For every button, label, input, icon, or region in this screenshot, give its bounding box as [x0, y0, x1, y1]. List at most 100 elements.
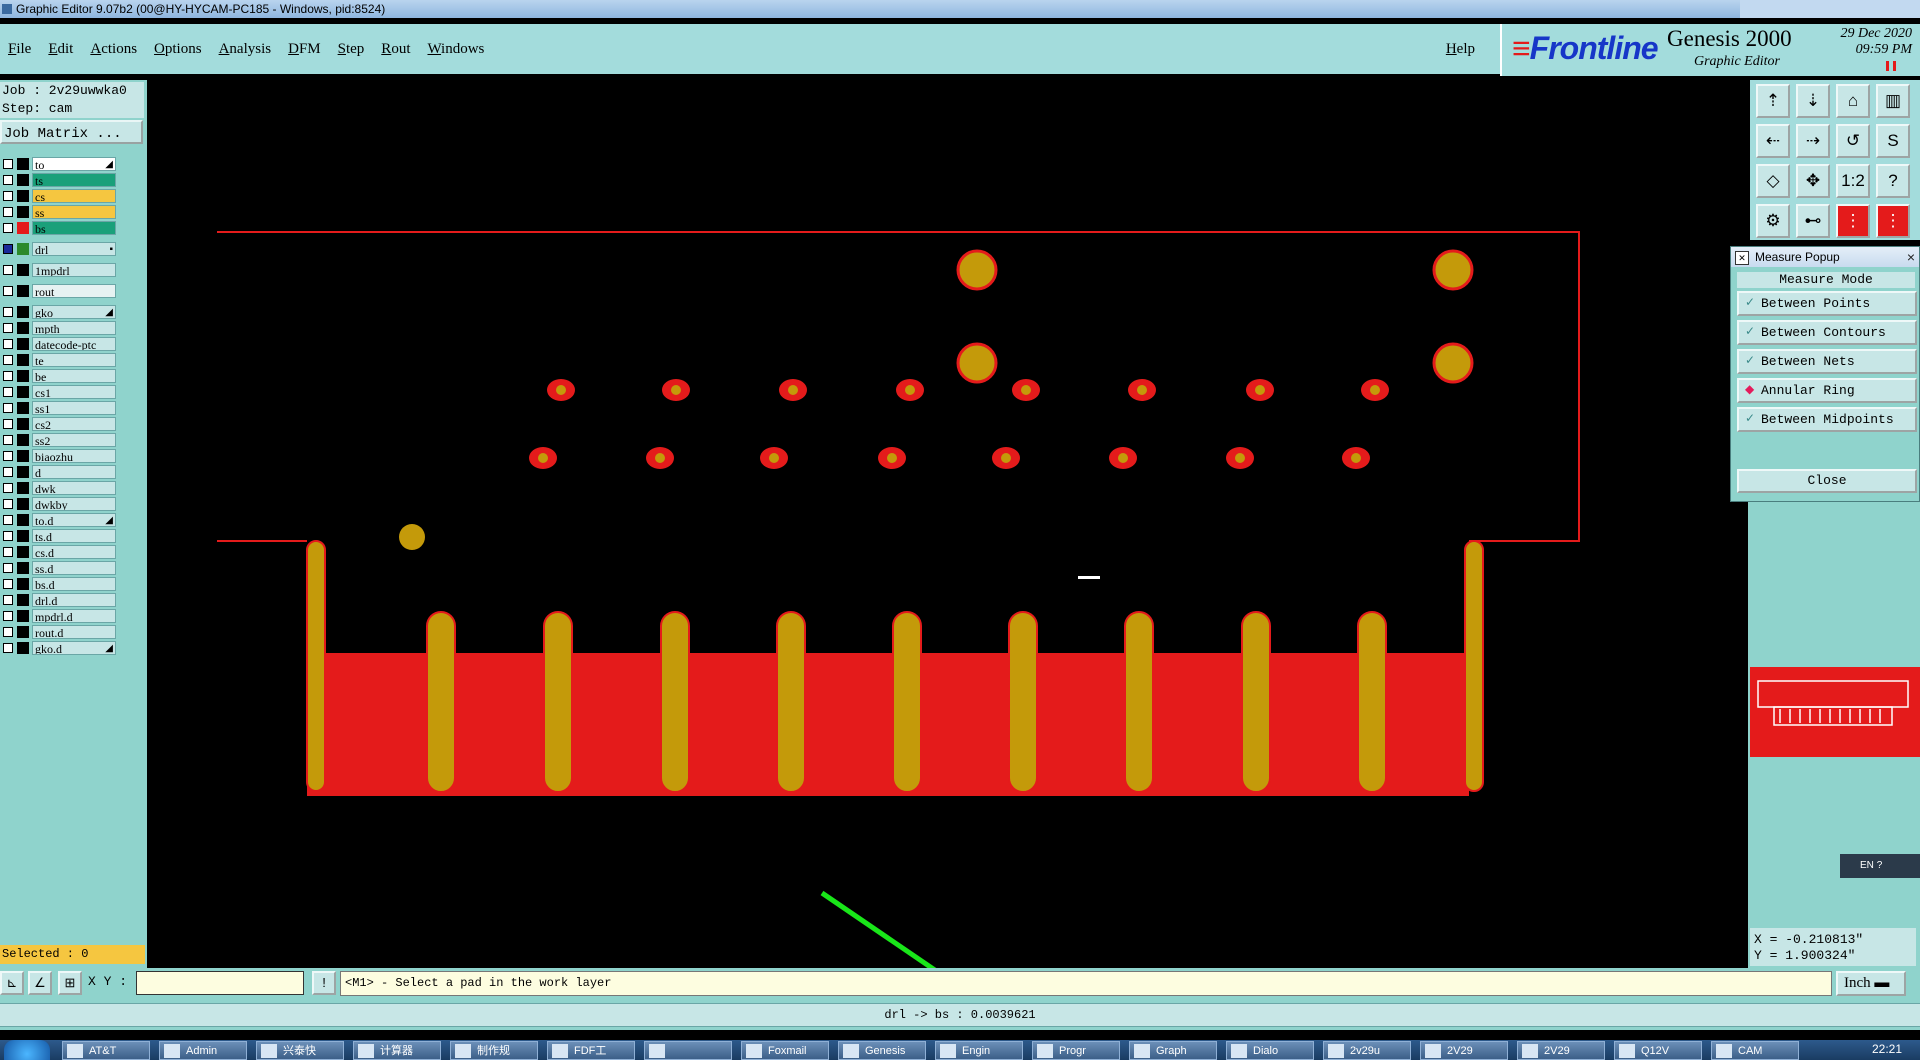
layer-checkbox[interactable] — [3, 175, 13, 185]
taskbar-item[interactable]: Admin — [159, 1041, 247, 1060]
mounting-pad[interactable] — [956, 342, 998, 384]
taskbar-item[interactable]: CAM — [1711, 1041, 1799, 1060]
layer-row[interactable]: d — [0, 465, 120, 479]
layer-row[interactable]: be — [0, 369, 120, 383]
layer-checkbox[interactable] — [3, 223, 13, 233]
layer-name[interactable]: to.d ◢ — [32, 513, 116, 527]
language-indicator[interactable]: EN ? — [1840, 854, 1920, 878]
job-matrix-button[interactable]: Job Matrix ... — [0, 120, 143, 144]
layer-row[interactable]: drl.d — [0, 593, 120, 607]
taskbar-item[interactable]: AT&T — [62, 1041, 150, 1060]
taskbar-item[interactable]: Progr — [1032, 1041, 1120, 1060]
taskbar-item[interactable]: Foxmail — [741, 1041, 829, 1060]
layer-name[interactable]: biaozhu — [32, 449, 116, 463]
layer-row[interactable]: ss2 — [0, 433, 120, 447]
layer-name[interactable]: dwkby — [32, 497, 116, 511]
info-icon[interactable]: ! — [312, 971, 336, 995]
menu-rout[interactable]: Rout — [373, 24, 419, 74]
side-finger-right[interactable] — [1464, 540, 1484, 792]
layer-checkbox[interactable] — [3, 547, 13, 557]
taskbar-item[interactable]: Q12V — [1614, 1041, 1702, 1060]
layer-name[interactable]: ss1 — [32, 401, 116, 415]
taskbar-item[interactable]: 2v29u — [1323, 1041, 1411, 1060]
layer-name[interactable]: drl.d — [32, 593, 116, 607]
layer-checkbox[interactable] — [3, 627, 13, 637]
layer-name[interactable]: ss.d — [32, 561, 116, 575]
pan-up-icon[interactable]: ⇡ — [1756, 84, 1790, 118]
layer-row[interactable]: ss1 — [0, 401, 120, 415]
net-icon[interactable]: ⋮ — [1836, 204, 1870, 238]
snap-icon[interactable]: ⚙ — [1756, 204, 1790, 238]
close-button[interactable]: Close — [1737, 469, 1917, 493]
layer-checkbox[interactable] — [3, 563, 13, 573]
layer-row[interactable]: ts — [0, 173, 120, 187]
taskbar-item[interactable]: 2V29 — [1420, 1041, 1508, 1060]
layer-checkbox[interactable] — [3, 339, 13, 349]
layer-name[interactable]: cs2 — [32, 417, 116, 431]
layer-checkbox[interactable] — [3, 643, 13, 653]
layer-checkbox[interactable] — [3, 499, 13, 509]
menu-actions[interactable]: Actions — [82, 24, 146, 74]
layer-checkbox[interactable] — [3, 307, 13, 317]
layer-checkbox[interactable] — [3, 387, 13, 397]
measure-option-between-points[interactable]: ✓ Between Points — [1737, 291, 1917, 316]
menu-file[interactable]: File — [0, 24, 40, 74]
measure-option-between-midpoints[interactable]: ✓ Between Midpoints — [1737, 407, 1917, 432]
layer-name[interactable]: cs.d — [32, 545, 116, 559]
layer-name[interactable]: d — [32, 465, 116, 479]
layer-checkbox[interactable] — [3, 467, 13, 477]
layer-row[interactable]: bs — [0, 221, 120, 235]
layer-checkbox[interactable] — [3, 579, 13, 589]
layer-row[interactable]: 1mpdrl — [0, 263, 120, 277]
layer-row[interactable]: datecode-ptc — [0, 337, 120, 351]
taskbar-item[interactable]: 计算器 — [353, 1041, 441, 1060]
layer-name[interactable]: gko ◢ — [32, 305, 116, 319]
gold-finger[interactable] — [543, 611, 573, 793]
xy-input[interactable] — [136, 971, 304, 995]
gold-finger[interactable] — [776, 611, 806, 793]
gold-finger[interactable] — [660, 611, 690, 793]
layer-row[interactable]: mpdrl.d — [0, 609, 120, 623]
layer-row[interactable]: cs — [0, 189, 120, 203]
taskbar-item[interactable]: 制作规 — [450, 1041, 538, 1060]
layer-row[interactable]: gko.d ◢ — [0, 641, 120, 655]
layer-checkbox[interactable] — [3, 355, 13, 365]
fit-all-icon[interactable]: ◇ — [1756, 164, 1790, 198]
layer-checkbox[interactable] — [3, 595, 13, 605]
taskbar-item[interactable]: FDF工 — [547, 1041, 635, 1060]
layer-row[interactable]: ss.d — [0, 561, 120, 575]
fiducial-pad[interactable] — [399, 524, 425, 550]
fit-window-icon[interactable]: ✥ — [1796, 164, 1830, 198]
layer-name[interactable]: bs — [32, 221, 116, 235]
layer-checkbox[interactable] — [3, 371, 13, 381]
gold-finger[interactable] — [1357, 611, 1387, 793]
layer-checkbox[interactable] — [3, 159, 13, 169]
taskbar-item[interactable]: Graph — [1129, 1041, 1217, 1060]
menu-dfm[interactable]: DFM — [280, 24, 330, 74]
layer-checkbox[interactable] — [3, 244, 13, 254]
layer-name[interactable]: rout — [32, 284, 116, 298]
menu-help[interactable]: Help — [1438, 24, 1484, 74]
layer-name[interactable]: ts — [32, 173, 116, 187]
layer-row[interactable]: cs1 — [0, 385, 120, 399]
layer-checkbox[interactable] — [3, 451, 13, 461]
help-icon[interactable]: ? — [1876, 164, 1910, 198]
scale-1-2-icon[interactable]: 1:2 — [1836, 164, 1870, 198]
gold-finger[interactable] — [1124, 611, 1154, 793]
layer-name[interactable]: mpdrl.d — [32, 609, 116, 623]
zoom-back-icon[interactable]: ↺ — [1836, 124, 1870, 158]
taskbar-item[interactable]: 2V29 — [1517, 1041, 1605, 1060]
layer-row[interactable]: ts.d — [0, 529, 120, 543]
layer-name[interactable]: drl ▪ — [32, 242, 116, 256]
layer-name[interactable]: ss — [32, 205, 116, 219]
pan-down-icon[interactable]: ⇣ — [1796, 84, 1830, 118]
window-icon[interactable]: ▥ — [1876, 84, 1910, 118]
layer-name[interactable]: ts.d — [32, 529, 116, 543]
layer-row[interactable]: mpth — [0, 321, 120, 335]
layer-name[interactable]: to ◢ — [32, 157, 116, 171]
layer-row[interactable]: drl ▪ — [0, 242, 120, 256]
layer-row[interactable]: rout.d — [0, 625, 120, 639]
redraw-icon[interactable]: S — [1876, 124, 1910, 158]
layer-checkbox[interactable] — [3, 191, 13, 201]
mounting-pad[interactable] — [1432, 342, 1474, 384]
